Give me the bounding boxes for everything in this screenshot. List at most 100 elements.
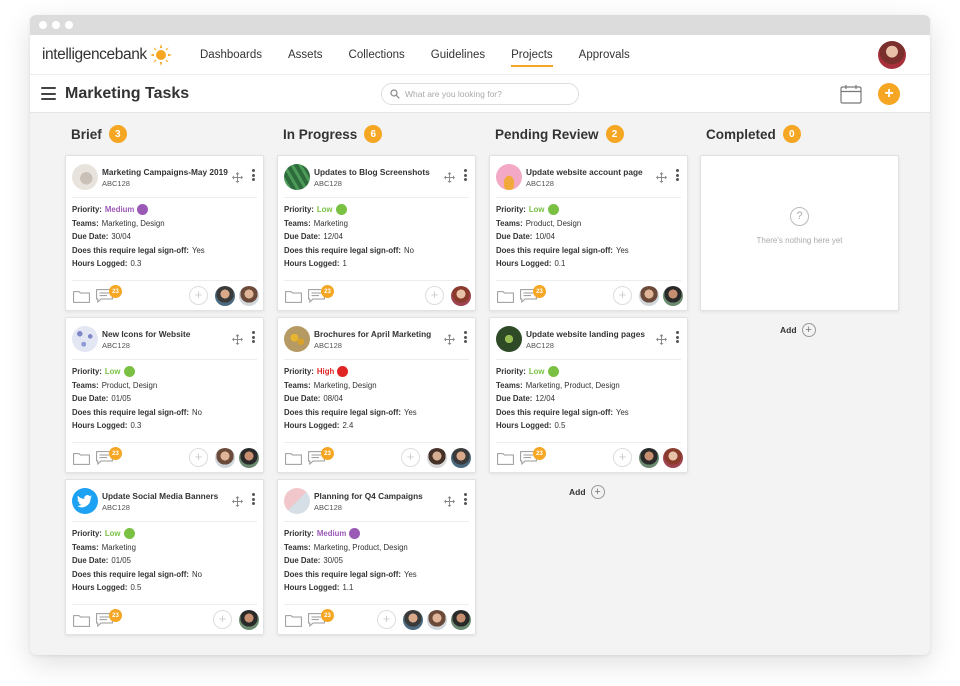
assignee-avatar[interactable] (639, 286, 659, 306)
due-row: Due Date: 10/04 (496, 230, 681, 244)
nav-approvals[interactable]: Approvals (579, 35, 630, 75)
move-icon[interactable] (444, 332, 455, 345)
task-card[interactable]: Update Social Media Banners ABC128 Priorit… (65, 479, 264, 635)
folder-icon[interactable] (73, 452, 90, 465)
card-title[interactable]: Marketing Campaigns-May 2019 (102, 167, 228, 177)
task-card[interactable]: Updates to Blog Screenshots ABC128 Priorit… (277, 155, 476, 311)
card-code: ABC128 (314, 341, 342, 350)
assignee-avatar[interactable] (215, 286, 235, 306)
brand-logo[interactable]: intelligencebank (42, 44, 172, 66)
assignee-avatar[interactable] (239, 286, 259, 306)
add-assignee-button[interactable]: + (377, 610, 396, 629)
card-code: ABC128 (526, 179, 554, 188)
nav-assets[interactable]: Assets (288, 35, 323, 75)
card-footer: 23 + (72, 280, 259, 310)
card-title[interactable]: Planning for Q4 Campaigns (314, 491, 423, 501)
hours-label: Hours Logged: (284, 259, 340, 268)
legal-row: Does this require legal sign-off: Yes (284, 406, 469, 420)
assignee-avatar[interactable] (663, 448, 683, 468)
add-assignee-button[interactable]: + (189, 448, 208, 467)
move-icon[interactable] (232, 332, 243, 345)
menu-icon[interactable] (41, 87, 56, 100)
search-input[interactable] (405, 89, 565, 99)
assignee-avatar[interactable] (427, 610, 447, 630)
folder-icon[interactable] (285, 290, 302, 303)
task-card[interactable]: Brochures for April Marketing ABC128 Prior… (277, 317, 476, 473)
window-maximize-dot[interactable] (65, 21, 73, 29)
search-box[interactable] (381, 83, 579, 105)
nav-projects[interactable]: Projects (511, 35, 553, 75)
task-card[interactable]: Update website account page ABC128 Priorit… (489, 155, 688, 311)
add-assignee-button[interactable]: + (213, 610, 232, 629)
move-icon[interactable] (444, 494, 455, 507)
add-assignee-button[interactable]: + (189, 286, 208, 305)
assignee-avatar[interactable] (239, 610, 259, 630)
due-row: Due Date: 30/04 (72, 230, 257, 244)
more-options-icon[interactable] (464, 169, 467, 181)
due-row: Due Date: 30/05 (284, 554, 469, 568)
teams-row: Teams: Marketing, Design (284, 379, 469, 393)
folder-icon[interactable] (285, 614, 302, 627)
task-card[interactable]: Planning for Q4 Campaigns ABC128 Priority:… (277, 479, 476, 635)
move-icon[interactable] (232, 494, 243, 507)
card-header: New Icons for Website ABC128 (72, 318, 257, 360)
move-icon[interactable] (232, 170, 243, 183)
user-avatar[interactable] (878, 41, 906, 69)
card-title[interactable]: Update website landing pages (526, 329, 645, 339)
card-title[interactable]: Update Social Media Banners (102, 491, 218, 501)
legal-label: Does this require legal sign-off: (496, 245, 613, 255)
hours-row: Hours Logged: 2.4 (284, 419, 469, 433)
task-card[interactable]: Update website landing pages ABC128 Priori… (489, 317, 688, 473)
assignee-avatar[interactable] (663, 286, 683, 306)
legal-row: Does this require legal sign-off: Yes (284, 568, 469, 582)
task-card[interactable]: Marketing Campaigns-May 2019 ABC128 Priori… (65, 155, 264, 311)
assignee-avatar[interactable] (451, 286, 471, 306)
more-options-icon[interactable] (464, 331, 467, 343)
card-title[interactable]: New Icons for Website (102, 329, 190, 339)
folder-icon[interactable] (497, 290, 514, 303)
add-assignee-button[interactable]: + (613, 286, 632, 305)
card-title[interactable]: Update website account page (526, 167, 643, 177)
more-options-icon[interactable] (676, 331, 679, 343)
card-title[interactable]: Updates to Blog Screenshots (314, 167, 430, 177)
folder-icon[interactable] (285, 452, 302, 465)
move-icon[interactable] (444, 170, 455, 183)
column-header: Pending Review 2 (489, 113, 688, 155)
move-icon[interactable] (656, 170, 667, 183)
create-task-button[interactable]: + (878, 83, 900, 105)
card-code: ABC128 (102, 503, 130, 512)
priority-row: Priority: Low (72, 527, 257, 541)
more-options-icon[interactable] (676, 169, 679, 181)
assignee-avatar[interactable] (215, 448, 235, 468)
nav-guidelines[interactable]: Guidelines (431, 35, 485, 75)
window-minimize-dot[interactable] (52, 21, 60, 29)
add-card-button[interactable]: Add + (569, 485, 605, 499)
task-card[interactable]: New Icons for Website ABC128 Priority: Low T… (65, 317, 264, 473)
folder-icon[interactable] (73, 614, 90, 627)
assignee-avatar[interactable] (451, 610, 471, 630)
nav-dashboards[interactable]: Dashboards (200, 35, 262, 75)
assignee-avatar[interactable] (427, 448, 447, 468)
folder-icon[interactable] (73, 290, 90, 303)
add-card-button[interactable]: Add + (780, 323, 816, 337)
folder-icon[interactable] (497, 452, 514, 465)
more-options-icon[interactable] (252, 169, 255, 181)
add-assignee-button[interactable]: + (401, 448, 420, 467)
nav-collections[interactable]: Collections (349, 35, 405, 75)
due-label: Due Date: (72, 394, 109, 403)
add-assignee-button[interactable]: + (613, 448, 632, 467)
window-close-dot[interactable] (39, 21, 47, 29)
assignee-avatar[interactable] (451, 448, 471, 468)
move-icon[interactable] (656, 332, 667, 345)
priority-dot-icon (547, 366, 559, 378)
add-assignee-button[interactable]: + (425, 286, 444, 305)
calendar-icon[interactable] (840, 84, 862, 104)
more-options-icon[interactable] (252, 331, 255, 343)
assignee-avatar[interactable] (239, 448, 259, 468)
more-options-icon[interactable] (464, 493, 467, 505)
assignee-avatar[interactable] (639, 448, 659, 468)
card-code: ABC128 (526, 341, 554, 350)
assignee-avatar[interactable] (403, 610, 423, 630)
more-options-icon[interactable] (252, 493, 255, 505)
card-title[interactable]: Brochures for April Marketing (314, 329, 431, 339)
